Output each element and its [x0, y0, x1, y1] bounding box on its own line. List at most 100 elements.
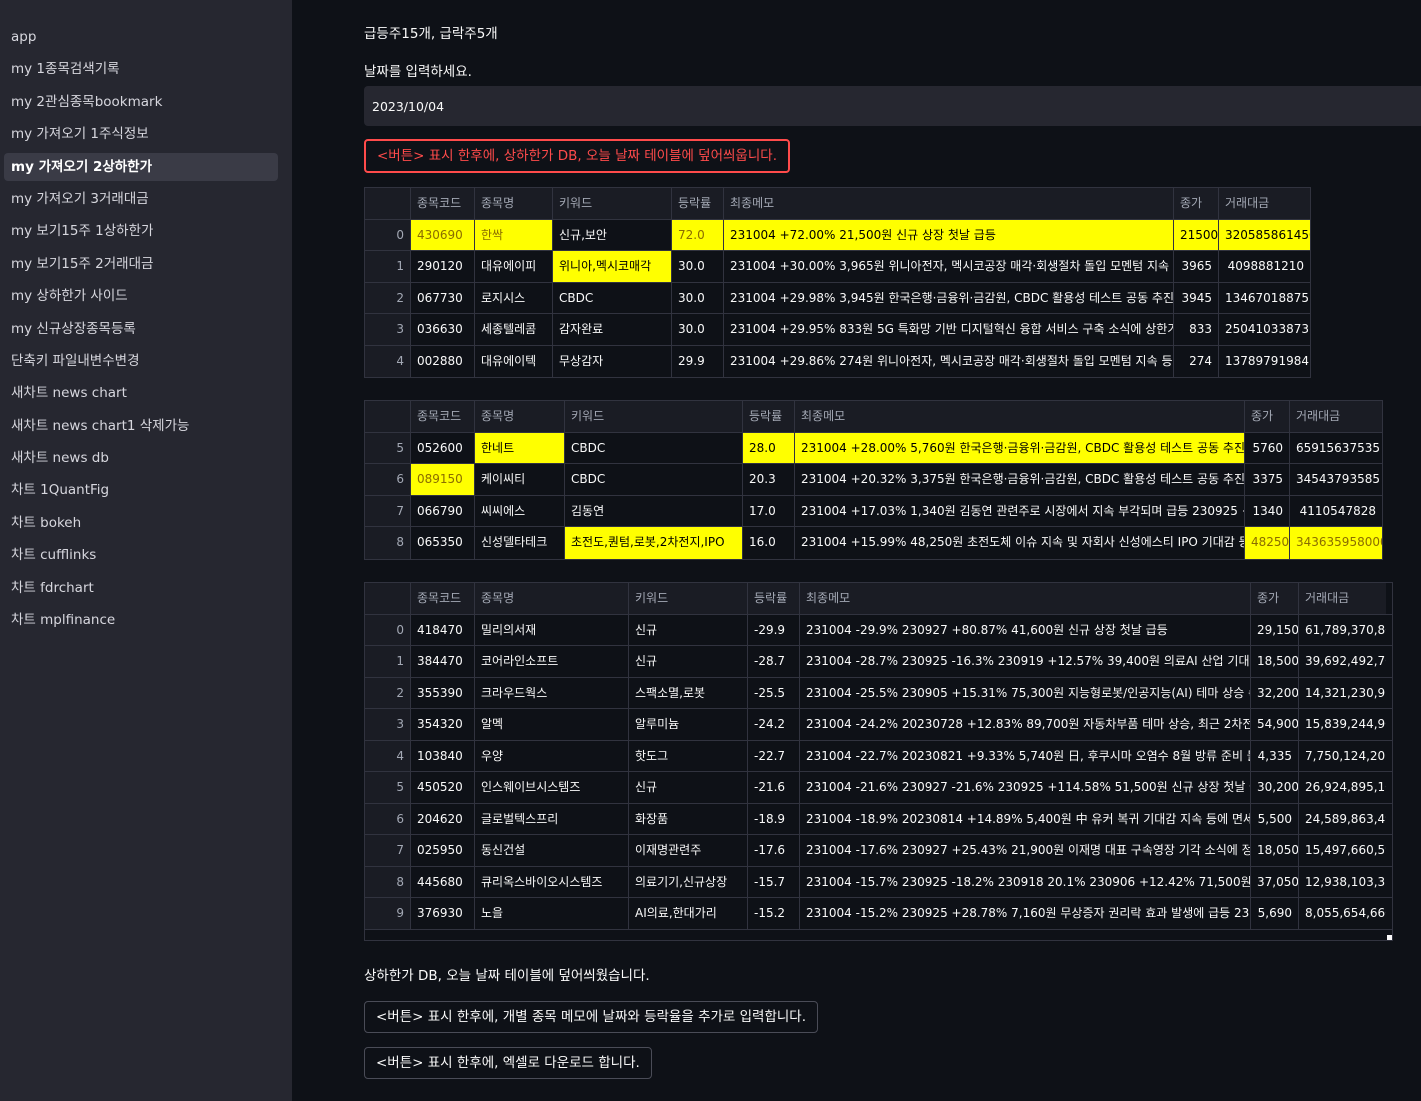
table-cell[interactable]: 초전도,퀀텀,로봇,2차전지,IPO — [565, 527, 743, 559]
table-cell[interactable]: 18,050 — [1251, 835, 1299, 866]
table-cell[interactable]: 384470 — [411, 646, 475, 677]
table-cell[interactable]: -24.2 — [748, 709, 800, 740]
table-cell[interactable]: -22.7 — [748, 740, 800, 771]
sidebar-item[interactable]: 새차트 news db — [4, 444, 278, 472]
column-header[interactable]: 등락률 — [743, 401, 795, 432]
table-cell[interactable]: 14,321,230,950 — [1299, 678, 1386, 709]
table-cell[interactable]: 025950 — [411, 835, 475, 866]
column-header[interactable]: 키워드 — [629, 583, 748, 614]
table-cell[interactable]: 231004 -21.6% 230927 -21.6% 230925 +114.… — [800, 772, 1251, 803]
sidebar-item[interactable]: my 가져오기 3거래대금 — [4, 185, 278, 213]
table-cell[interactable]: 5,500 — [1251, 803, 1299, 834]
table-cell[interactable]: 대유에이피 — [475, 251, 553, 282]
table-cell[interactable]: 5760 — [1245, 432, 1290, 463]
table-cell[interactable]: 37,050 — [1251, 866, 1299, 897]
table-cell[interactable]: AI의료,한대가리 — [629, 898, 748, 929]
row-index[interactable]: 5 — [365, 432, 411, 463]
table-cell[interactable]: 우양 — [475, 740, 629, 771]
table-cell[interactable]: 16.0 — [743, 527, 795, 559]
table-row[interactable]: 1 290120 대유에이피 위니아,멕시코매각 30.0 231004 +30.00% … — [365, 251, 1310, 283]
table-cell[interactable]: 30.0 — [672, 314, 724, 345]
table-cell[interactable]: 세종텔레콤 — [475, 314, 553, 345]
column-header[interactable]: 거래대금 — [1299, 583, 1386, 614]
table-cell[interactable]: 한네트 — [475, 432, 565, 463]
row-index[interactable]: 8 — [365, 866, 411, 897]
table-cell[interactable]: 231004 -15.2% 230925 +28.78% 7,160원 무상증자… — [800, 898, 1251, 929]
sidebar-item[interactable]: my 신규상장종목등록 — [4, 315, 278, 343]
table-cell[interactable]: 스팩소멸,로봇 — [629, 677, 748, 708]
table-cell[interactable]: 21500 — [1174, 219, 1219, 250]
resize-handle[interactable] — [1387, 935, 1392, 940]
table-cell[interactable]: 065350 — [411, 527, 475, 559]
table-cell[interactable]: 7,750,124,205 — [1299, 741, 1386, 772]
table-cell[interactable]: 4110547828 — [1290, 496, 1382, 527]
table-row[interactable]: 4 002880 대유에이텍 무상감자 29.9 231004 +29.86% 274원 … — [365, 345, 1310, 377]
table-cell[interactable]: 대유에이텍 — [475, 345, 553, 377]
table-cell[interactable]: 65915637535 — [1290, 433, 1382, 464]
table-cell[interactable]: 066790 — [411, 495, 475, 526]
table-cell[interactable]: 231004 +72.00% 21,500원 신규 상장 첫날 급등 — [724, 219, 1174, 250]
column-header[interactable]: 종가 — [1174, 188, 1219, 219]
table-row[interactable]: 6 204620 글로벌텍스프리 화장품 -18.9 231004 -18.9% 2023… — [365, 803, 1392, 835]
table-row[interactable]: 9 376930 노을 AI의료,한대가리 -15.2 231004 -15.2% 230… — [365, 898, 1392, 930]
table-row[interactable]: 0 430690 한싹 신규,보안 72.0 231004 +72.00% 21,500원… — [365, 219, 1310, 251]
row-index[interactable]: 6 — [365, 803, 411, 834]
sidebar-item[interactable]: my 가져오기 2상하한가 — [4, 152, 278, 181]
column-header[interactable]: 종목코드 — [411, 583, 475, 614]
sidebar-item[interactable]: app — [4, 23, 278, 51]
table-cell[interactable]: 1340 — [1245, 495, 1290, 526]
sidebar-item[interactable]: 단축키 파일내변수변경 — [4, 347, 278, 375]
sidebar-item[interactable]: 새차트 news chart1 삭제가능 — [4, 412, 278, 440]
table-row[interactable]: 6 089150 케이씨티 CBDC 20.3 231004 +20.32% 3,375원… — [365, 464, 1382, 496]
table-row[interactable]: 1 384470 코어라인소프트 신규 -28.7 231004 -28.7% 23092… — [365, 646, 1392, 678]
table-cell[interactable]: 15,497,660,590 — [1299, 835, 1386, 866]
table-cell[interactable]: 002880 — [411, 345, 475, 377]
table-cell[interactable]: 24,589,863,490 — [1299, 804, 1386, 835]
table-cell[interactable]: 430690 — [411, 219, 475, 250]
table-cell[interactable]: 3375 — [1245, 464, 1290, 495]
row-index[interactable]: 5 — [365, 772, 411, 803]
table-cell[interactable]: 30.0 — [672, 251, 724, 282]
table-cell[interactable]: 인스웨이브시스템즈 — [475, 772, 629, 803]
table-row[interactable]: 2 355390 크라우드웍스 스팩소멸,로봇 -25.5 231004 -25.5% 2… — [365, 677, 1392, 709]
table-cell[interactable]: 067730 — [411, 282, 475, 313]
table-cell[interactable]: 12,938,103,350 — [1299, 867, 1386, 898]
row-index[interactable]: 7 — [365, 835, 411, 866]
table-cell[interactable]: 103840 — [411, 740, 475, 771]
table-cell[interactable]: 231004 +30.00% 3,965원 위니아전자, 멕시코공장 매각·회생… — [724, 251, 1174, 282]
table-cell[interactable]: 290120 — [411, 251, 475, 282]
row-index[interactable]: 2 — [365, 282, 411, 313]
table-cell[interactable]: 글로벌텍스프리 — [475, 803, 629, 834]
table-cell[interactable]: 신규,보안 — [553, 219, 672, 250]
column-header[interactable] — [365, 583, 411, 614]
row-index[interactable]: 4 — [365, 740, 411, 771]
table-cell[interactable]: CBDC — [565, 464, 743, 495]
table-cell[interactable]: 61,789,370,800 — [1299, 615, 1386, 646]
table-row[interactable]: 7 025950 동신건설 이재명관련주 -17.6 231004 -17.6% 2309… — [365, 835, 1392, 867]
table-cell[interactable]: 231004 +20.32% 3,375원 한국은행·금융위·금감원, CBDC… — [795, 464, 1245, 495]
table-cell[interactable]: 39,692,492,700 — [1299, 646, 1386, 677]
table-cell[interactable]: 231004 -15.7% 230925 -18.2% 230918 20.1%… — [800, 866, 1251, 897]
table-cell[interactable]: -29.9 — [748, 614, 800, 645]
table-cell[interactable]: 이재명관련주 — [629, 835, 748, 866]
column-header[interactable]: 키워드 — [553, 188, 672, 219]
table-cell[interactable]: 036630 — [411, 314, 475, 345]
column-header[interactable]: 최종메모 — [795, 401, 1245, 432]
row-index[interactable]: 0 — [365, 614, 411, 645]
column-header[interactable]: 등락률 — [672, 188, 724, 219]
table-cell[interactable]: 343635958000 — [1290, 527, 1382, 559]
table-cell[interactable]: 28.0 — [743, 432, 795, 463]
table-cell[interactable]: -18.9 — [748, 803, 800, 834]
table-cell[interactable]: 376930 — [411, 898, 475, 929]
table-cell[interactable]: 231004 +29.86% 274원 위니아전자, 멕시코공장 매각·회생절차… — [724, 345, 1174, 377]
sidebar-item[interactable]: 새차트 news chart — [4, 379, 278, 407]
table-row[interactable]: 3 036630 세종텔레콤 감자완료 30.0 231004 +29.95% 833원 … — [365, 314, 1310, 346]
table-cell[interactable]: -17.6 — [748, 835, 800, 866]
table-cell[interactable]: 노을 — [475, 898, 629, 929]
table-cell[interactable]: 231004 +17.03% 1,340원 김동연 관련주로 시장에서 지속 부… — [795, 495, 1245, 526]
table-cell[interactable]: 29,150 — [1251, 614, 1299, 645]
table-row[interactable]: 2 067730 로지시스 CBDC 30.0 231004 +29.98% 3,945원… — [365, 282, 1310, 314]
table-cell[interactable]: 231004 +15.99% 48,250원 초전도체 이슈 지속 및 자회사 … — [795, 527, 1245, 559]
table-cell[interactable]: -15.2 — [748, 898, 800, 929]
table-cell[interactable]: 의료기기,신규상장 — [629, 866, 748, 897]
